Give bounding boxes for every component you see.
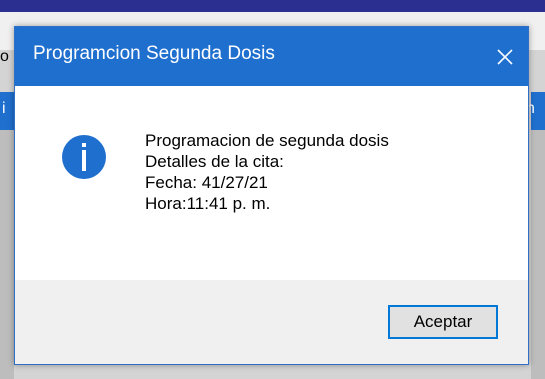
message-line: Detalles de la cita:	[145, 152, 284, 171]
info-icon	[62, 135, 106, 179]
message-line: Fecha: 41/27/21	[145, 173, 268, 192]
dialog-content: Programacion de segunda dosis Detalles d…	[15, 86, 528, 282]
background-top-bar	[0, 0, 545, 12]
message-line: Programacion de segunda dosis	[145, 131, 389, 150]
background-text-fragment: o	[0, 48, 9, 65]
background-text-fragment: i	[2, 100, 6, 117]
message-dialog: Programcion Segunda Dosis Programacion d…	[14, 26, 529, 365]
dialog-footer: Aceptar	[15, 280, 528, 364]
dialog-title-bar[interactable]: Programcion Segunda Dosis	[15, 27, 528, 86]
dialog-title: Programcion Segunda Dosis	[33, 43, 275, 64]
message-line: Hora:11:41 p. m.	[145, 194, 271, 213]
background-panel-left	[0, 130, 14, 379]
close-icon	[497, 48, 513, 65]
dialog-message: Programacion de segunda dosis Detalles d…	[145, 130, 389, 214]
close-button[interactable]	[482, 27, 528, 86]
background-panel-right	[531, 130, 545, 379]
ok-button[interactable]: Aceptar	[388, 305, 498, 339]
